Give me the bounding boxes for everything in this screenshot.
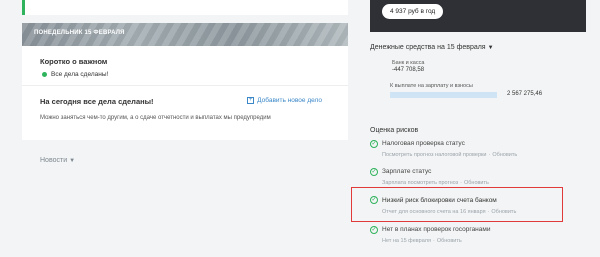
banner-date: ПОНЕДЕЛЬНИК 15 ФЕВРАЛЯ bbox=[34, 30, 125, 36]
separator: · bbox=[488, 152, 491, 158]
add-task-label: Добавить новое дело bbox=[257, 97, 322, 104]
plus-box-icon: + bbox=[247, 97, 255, 104]
separator: · bbox=[460, 180, 462, 186]
news-dropdown[interactable]: Новости ▼ bbox=[40, 157, 75, 164]
risk-link[interactable]: Зарплата посмотреть прогноз bbox=[382, 180, 458, 186]
divider bbox=[22, 85, 348, 86]
risk-name: Низкий риск блокировки счета банком bbox=[382, 197, 497, 204]
risk-link[interactable]: Посмотреть прогноз налоговой проверки bbox=[382, 152, 486, 158]
brief-status: Все дела сделаны! bbox=[42, 71, 108, 78]
today-title: На сегодня все дела сделаны! bbox=[40, 97, 154, 106]
risk-links: Зарплата посмотреть прогноз · Обновить bbox=[382, 180, 489, 186]
refresh-link[interactable]: Обновить bbox=[492, 152, 517, 158]
news-label: Новости bbox=[40, 157, 68, 164]
risk-name: Нет в планах проверок госорганами bbox=[382, 226, 491, 233]
bank-value: -447 708,58 bbox=[392, 67, 425, 73]
risk-link[interactable]: Нет на 15 февраля bbox=[382, 238, 431, 244]
check-circle-icon: ✓ bbox=[370, 168, 378, 176]
risks-title: Оценка рисков bbox=[370, 127, 419, 134]
brief-title: Коротко о важном bbox=[40, 57, 108, 66]
refresh-link[interactable]: Обновить bbox=[464, 180, 489, 186]
pay-value: 2 567 275,46 bbox=[507, 91, 543, 97]
chevron-down-icon: ▼ bbox=[487, 45, 494, 51]
pay-bar bbox=[390, 92, 497, 98]
risk-links: Отчет для основного счета на 16 января · О… bbox=[382, 209, 516, 215]
feed-card: ПОНЕДЕЛЬНИК 15 ФЕВРАЛЯ Коротко о важном … bbox=[22, 23, 348, 140]
tariff-card: 4 937 руб в год bbox=[370, 0, 586, 32]
risk-name: Зарплате статус bbox=[382, 168, 432, 175]
refresh-link[interactable]: Обновить bbox=[437, 238, 462, 244]
feed-banner: ПОНЕДЕЛЬНИК 15 ФЕВРАЛЯ bbox=[22, 23, 348, 46]
today-subtitle: Можно заняться чем-то другим, а о сдаче … bbox=[40, 115, 271, 121]
pay-label: К выплате на зарплату и взносы bbox=[390, 83, 473, 89]
chevron-down-icon: ▼ bbox=[69, 158, 76, 164]
brief-status-text: Все дела сделаны! bbox=[51, 71, 109, 78]
separator: · bbox=[432, 238, 435, 244]
cash-title-label: Денежные средства на 15 февраля bbox=[370, 44, 486, 51]
risk-links: Посмотреть прогноз налоговой проверки · Об… bbox=[382, 152, 517, 158]
add-task-button[interactable]: + Добавить новое дело bbox=[247, 97, 322, 104]
risk-link[interactable]: Отчет для основного счета на 16 января bbox=[382, 209, 486, 215]
refresh-link[interactable]: Обновить bbox=[491, 209, 516, 215]
highlight-frame bbox=[351, 187, 563, 222]
separator: · bbox=[487, 209, 490, 215]
check-circle-icon: ✓ bbox=[370, 196, 378, 204]
risk-links: Нет на 15 февраля · Обновить bbox=[382, 238, 462, 244]
check-circle-icon: ✓ bbox=[370, 140, 378, 148]
bank-label: Банк и касса bbox=[392, 60, 425, 66]
check-circle-icon: ✓ bbox=[370, 226, 378, 234]
cash-title-dropdown[interactable]: Денежные средства на 15 февраля ▼ bbox=[370, 44, 494, 51]
top-card bbox=[22, 0, 348, 15]
price-pill[interactable]: 4 937 руб в год bbox=[382, 4, 444, 19]
status-dot-icon bbox=[42, 72, 47, 77]
risk-name: Налоговая проверка статус bbox=[382, 140, 465, 147]
